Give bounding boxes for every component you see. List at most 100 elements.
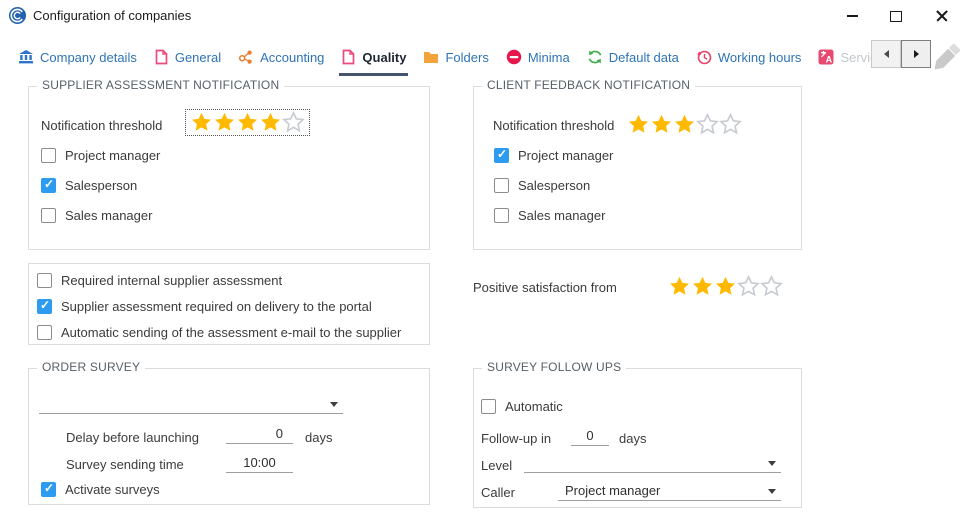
checkbox-salesperson[interactable] (41, 178, 56, 193)
star-filled-icon[interactable] (213, 111, 236, 134)
tab-general[interactable]: General (154, 45, 221, 69)
tab-accounting[interactable]: Accounting (238, 45, 324, 69)
star-filled-icon[interactable] (668, 275, 691, 298)
checkbox-label: Required internal supplier assessment (61, 273, 282, 288)
star-filled-icon[interactable] (691, 275, 714, 298)
close-button[interactable] (924, 2, 960, 30)
tab-working-hours[interactable]: Working hours (696, 45, 802, 69)
survey-sending-time-label: Survey sending time (66, 457, 184, 472)
star-empty-icon[interactable] (719, 113, 742, 136)
right-arrow-icon (914, 50, 919, 58)
checkbox-row: Salesperson (41, 178, 160, 193)
checkbox-required-internal-supplier-assessment[interactable] (37, 273, 52, 288)
tab-default-data[interactable]: Default data (587, 45, 679, 69)
chevron-down-icon (768, 461, 776, 466)
tab-company-details[interactable]: Company details (18, 45, 137, 69)
checkbox-automatic-sending-of-the-assessment-e-mail-to-the-supplier[interactable] (37, 325, 52, 340)
checkbox-label: Automatic sending of the assessment e-ma… (61, 325, 401, 340)
tabs-scroll-left-button[interactable] (871, 40, 901, 68)
checkbox-supplier-assessment-required-on-delivery-to-the-portal[interactable] (37, 299, 52, 314)
tab-label: Quality (362, 50, 406, 65)
follow-up-days-input[interactable]: 0 (571, 426, 609, 446)
checkbox-row: Salesperson (494, 178, 613, 193)
client-threshold-stars[interactable] (627, 113, 742, 136)
survey-type-dropdown[interactable] (39, 394, 343, 414)
checkbox-label: Supplier assessment required on delivery… (61, 299, 372, 314)
tab-label: Folders (445, 50, 488, 65)
checkbox-row: Sales manager (41, 208, 160, 223)
chevron-down-icon (330, 402, 338, 407)
supplier-recipients-checklist: Project manager Salesperson Sales manager (41, 148, 160, 223)
checkbox-label: Salesperson (518, 178, 590, 193)
star-filled-icon[interactable] (714, 275, 737, 298)
checkbox-row: Project manager (494, 148, 613, 163)
star-empty-icon[interactable] (760, 275, 783, 298)
notification-threshold-label: Notification threshold (493, 118, 614, 133)
level-label: Level (481, 458, 512, 473)
star-filled-icon[interactable] (236, 111, 259, 134)
star-empty-icon[interactable] (696, 113, 719, 136)
tab-label: Working hours (718, 50, 802, 65)
caller-dropdown[interactable]: Project manager (558, 481, 781, 501)
client-feedback-notification-group: CLIENT FEEDBACK NOTIFICATION Notificatio… (473, 86, 802, 250)
assessment-options-group: Required internal supplier assessment Sup… (28, 263, 430, 345)
positive-satisfaction-label: Positive satisfaction from (473, 280, 617, 295)
order-survey-group: ORDER SURVEY Delay before launching 0 da… (28, 368, 430, 505)
checkbox-sales-manager[interactable] (494, 208, 509, 223)
star-filled-icon[interactable] (190, 111, 213, 134)
client-recipients-checklist: Project manager Salesperson Sales manager (494, 148, 613, 223)
star-filled-icon[interactable] (627, 113, 650, 136)
survey-sending-time-input[interactable]: 10:00 (226, 453, 293, 473)
supplier-threshold-stars[interactable] (185, 109, 310, 136)
checkbox-sales-manager[interactable] (41, 208, 56, 223)
tab-bar: Company details General Accounting Quali… (18, 42, 890, 72)
chevron-down-icon (768, 489, 776, 494)
activate-surveys-label: Activate surveys (65, 482, 160, 497)
checkbox-row: Automatic sending of the assessment e-ma… (37, 325, 401, 340)
working-hours-clock-icon (696, 49, 712, 65)
group-legend: SURVEY FOLLOW UPS (482, 360, 626, 374)
caller-value: Project manager (565, 483, 660, 498)
folder-icon (423, 49, 439, 65)
checkbox-label: Salesperson (65, 178, 137, 193)
star-filled-icon[interactable] (673, 113, 696, 136)
tab-label: Default data (609, 50, 679, 65)
follow-up-in-label: Follow-up in (481, 431, 551, 446)
star-empty-icon[interactable] (282, 111, 305, 134)
bank-icon (18, 49, 34, 65)
tab-quality[interactable]: Quality (341, 45, 406, 69)
group-legend: SUPPLIER ASSESSMENT NOTIFICATION (37, 78, 284, 92)
survey-follow-ups-group: SURVEY FOLLOW UPS Automatic Follow-up in… (473, 368, 802, 508)
tab-label: General (175, 50, 221, 65)
tab-folders[interactable]: Folders (423, 45, 488, 69)
quality-document-icon (341, 49, 356, 65)
translate-icon: A (818, 49, 834, 65)
checkbox-project-manager[interactable] (41, 148, 56, 163)
delay-days-input[interactable]: 0 (226, 424, 293, 444)
tab-label: Accounting (260, 50, 324, 65)
tab-minima[interactable]: Minima (506, 45, 570, 69)
star-filled-icon[interactable] (650, 113, 673, 136)
star-empty-icon[interactable] (737, 275, 760, 298)
maximize-button[interactable] (878, 2, 914, 30)
delay-unit-label: days (305, 430, 332, 445)
notification-threshold-label: Notification threshold (41, 118, 162, 133)
level-dropdown[interactable] (524, 453, 781, 473)
automatic-checkbox[interactable] (481, 399, 496, 414)
checkbox-project-manager[interactable] (494, 148, 509, 163)
checkbox-row: Sales manager (494, 208, 613, 223)
star-filled-icon[interactable] (259, 111, 282, 134)
caller-label: Caller (481, 485, 515, 500)
minimize-icon (847, 15, 858, 17)
checkbox-label: Project manager (518, 148, 613, 163)
checkbox-row: Project manager (41, 148, 160, 163)
positive-satisfaction-stars[interactable] (668, 275, 783, 298)
left-arrow-icon (884, 50, 889, 58)
minimize-button[interactable] (834, 2, 870, 30)
activate-surveys-row: Activate surveys (41, 482, 160, 497)
activate-surveys-checkbox[interactable] (41, 482, 56, 497)
checkbox-salesperson[interactable] (494, 178, 509, 193)
close-icon (936, 10, 948, 22)
window-title: Configuration of companies (33, 8, 191, 23)
group-legend: ORDER SURVEY (37, 360, 145, 374)
